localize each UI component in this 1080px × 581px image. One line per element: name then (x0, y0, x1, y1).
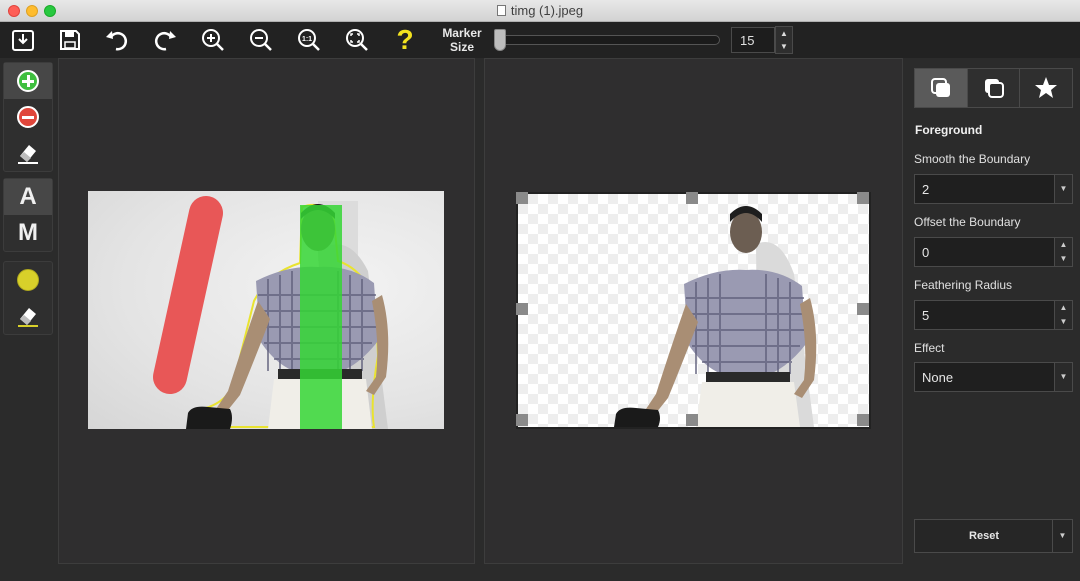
zoom-in-button[interactable] (198, 26, 228, 54)
feather-value: 5 (922, 308, 930, 323)
effect-dropdown-icon[interactable]: ▼ (1054, 363, 1072, 391)
crop-handle-middle-left[interactable] (516, 303, 528, 315)
settings-tabs (914, 68, 1073, 108)
smooth-select[interactable]: 2 ▼ (914, 174, 1073, 204)
auto-mode-tool[interactable]: A (4, 179, 52, 215)
feather-down-icon[interactable]: ▼ (1055, 315, 1072, 329)
crop-handle-bottom-right[interactable] (857, 414, 869, 426)
toolbar: 1:1 ? Marker Size 15 ▲ ▼ (0, 22, 1080, 58)
marker-size-slider-thumb[interactable] (494, 29, 506, 51)
highlight-color-tool[interactable] (4, 262, 52, 298)
eraser-tool[interactable] (4, 135, 52, 171)
reset-dropdown-icon[interactable]: ▼ (1052, 520, 1072, 552)
marker-label-line1: Marker (442, 26, 482, 40)
feather-label: Feathering Radius (914, 278, 1013, 292)
undo-icon (106, 31, 128, 51)
svg-text:1:1: 1:1 (302, 36, 312, 43)
highlight-eraser-tool[interactable] (4, 298, 52, 334)
smooth-dropdown-icon[interactable]: ▼ (1054, 175, 1072, 203)
window-title-wrap: timg (1).jpeg (0, 3, 1080, 18)
source-image[interactable] (88, 191, 444, 429)
highlight-tool-group (3, 261, 53, 335)
fit-window-button[interactable] (342, 26, 372, 54)
crop-handle-top-center[interactable] (686, 192, 698, 204)
effect-value: None (922, 370, 954, 385)
offset-label: Offset the Boundary (914, 215, 1021, 229)
eraser-yellow-icon (18, 308, 38, 327)
marker-size-label: Marker Size (436, 26, 488, 54)
remove-marker-tool[interactable] (4, 99, 52, 135)
undo-button[interactable] (102, 26, 132, 54)
zoom-out-icon (250, 29, 272, 51)
redo-button[interactable] (150, 26, 180, 54)
zoom-actual-size-icon: 1:1 (298, 29, 320, 51)
stepper-down-icon[interactable]: ▼ (776, 40, 792, 53)
document-icon (496, 5, 506, 16)
plus-circle-icon (17, 70, 39, 92)
window-title: timg (1).jpeg (510, 3, 584, 18)
open-file-icon (12, 30, 34, 51)
effect-select[interactable]: None ▼ (914, 362, 1073, 392)
offset-stepper-buttons[interactable]: ▲ ▼ (1054, 238, 1072, 266)
layers-back-icon (984, 79, 1004, 98)
zoom-out-button[interactable] (246, 26, 276, 54)
section-title: Foreground (915, 123, 983, 137)
manual-mode-tool[interactable]: M (4, 215, 52, 251)
redo-icon (154, 31, 176, 51)
minus-circle-icon (17, 106, 39, 128)
smooth-value: 2 (922, 182, 930, 197)
tab-foreground[interactable] (915, 69, 968, 107)
crop-handle-top-left[interactable] (516, 192, 528, 204)
highlight-color-icon (17, 269, 39, 291)
actual-size-button[interactable]: 1:1 (294, 26, 324, 54)
smooth-label: Smooth the Boundary (914, 152, 1031, 166)
tab-favorites[interactable] (1020, 69, 1073, 107)
crop-handle-bottom-left[interactable] (516, 414, 528, 426)
help-button[interactable]: ? (390, 26, 420, 54)
marker-label-line2: Size (449, 40, 474, 54)
crop-handle-middle-right[interactable] (857, 303, 869, 315)
crop-handle-top-right[interactable] (857, 192, 869, 204)
title-bar: timg (1).jpeg (0, 0, 1080, 22)
reset-label: Reset (969, 530, 999, 542)
result-image[interactable] (516, 192, 871, 429)
feather-up-icon[interactable]: ▲ (1055, 301, 1072, 315)
marker-tool-group (3, 62, 53, 172)
source-image-art (153, 196, 389, 429)
left-tool-panel: A M (0, 58, 58, 581)
feather-stepper[interactable]: 5 ▲ ▼ (914, 300, 1073, 330)
save-icon (60, 30, 80, 50)
manual-mode-label: M (18, 219, 38, 246)
save-button[interactable] (55, 26, 85, 54)
zoom-fit-icon (346, 29, 368, 51)
open-button[interactable] (8, 26, 38, 54)
reset-button[interactable]: Reset ▼ (914, 519, 1073, 553)
keep-marker-tool[interactable] (4, 63, 52, 99)
marker-size-stepper[interactable]: ▲ ▼ (775, 26, 793, 54)
stepper-up-icon[interactable]: ▲ (776, 27, 792, 40)
marker-size-slider[interactable] (496, 35, 720, 45)
effect-label: Effect (914, 341, 945, 355)
offset-stepper[interactable]: 0 ▲ ▼ (914, 237, 1073, 267)
tab-background[interactable] (967, 69, 1021, 107)
layers-front-icon (930, 78, 950, 97)
auto-mode-label: A (19, 183, 37, 210)
feather-stepper-buttons[interactable]: ▲ ▼ (1054, 301, 1072, 329)
offset-down-icon[interactable]: ▼ (1055, 252, 1072, 266)
zoom-in-icon (202, 29, 224, 51)
mode-tool-group: A M (3, 178, 53, 252)
offset-up-icon[interactable]: ▲ (1055, 238, 1072, 252)
offset-value: 0 (922, 245, 930, 260)
settings-panel: Foreground Smooth the Boundary 2 ▼ Offse… (903, 58, 1080, 581)
result-image-art (614, 206, 817, 427)
eraser-icon (18, 145, 38, 164)
crop-handle-bottom-center[interactable] (686, 414, 698, 426)
star-icon (1035, 77, 1058, 98)
marker-size-input[interactable]: 15 (731, 27, 775, 53)
